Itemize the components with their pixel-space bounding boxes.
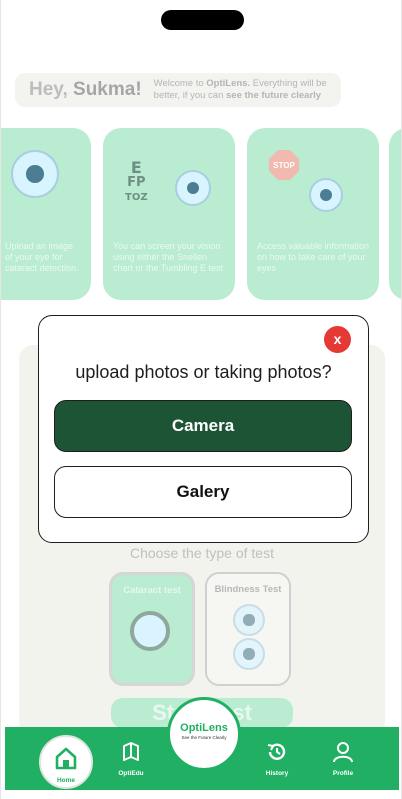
cataract-test-label: Cataract test [123,585,181,596]
welcome-text-1: Welcome to [153,78,204,89]
feature-card-caption: Access valuable information on how to ta… [257,241,370,273]
user-name: Sukma! [73,79,142,100]
welcome-app-name: OptiLens. [206,78,251,89]
blindness-test-label: Blindness Test [214,584,282,595]
gallery-button[interactable]: Galery [54,466,352,518]
feature-card-education[interactable]: STOP Access valuable information on how … [247,128,379,300]
nav-home-label: Home [56,777,76,784]
upload-dialog: x upload photos or taking photos? Camera… [38,315,369,543]
nav-profile[interactable]: Profile [313,741,373,777]
phone-screen: Hey, Sukma! Welcome to OptiLens. Everyth… [0,0,402,799]
feature-card-caption: You can screen your vision using either … [113,241,224,273]
brand-tagline: See the Future Clearly [181,735,227,740]
book-icon [123,742,139,761]
eye-mascot-icon [233,604,265,636]
welcome-emphasis: see the future clearly [226,90,322,101]
nav-profile-label: Profile [332,770,354,777]
welcome-text: Welcome to OptiLens. Everything will be … [154,78,334,102]
nav-optiedu-label: OptiEdu [118,770,144,777]
nav-history[interactable]: History [247,741,307,777]
dialog-title: upload photos or taking photos? [75,362,332,382]
camera-button[interactable]: Camera [54,400,352,452]
feature-card-vision[interactable]: E FP TOZ You can screen your vision usin… [103,128,235,300]
feature-card-cataract[interactable]: Upload an image of your eye for cataract… [1,128,91,300]
eye-chart-row: FP [127,175,146,190]
eye-mascot-icon [175,170,211,206]
eye-chart-row: E [130,158,142,177]
stop-sign-icon: STOP [269,150,299,180]
eye-mascot-icon [11,150,59,198]
nav-optiedu[interactable]: OptiEdu [101,741,161,777]
eye-mascot-icon [309,178,343,212]
brand-logo-text: OptiLens [180,722,228,734]
eye-chart-icon: E FP TOZ [125,160,148,205]
eye-chart-row: TOZ [125,192,148,203]
nav-home[interactable]: Home [39,735,93,789]
blindness-test-card[interactable]: Blindness Test [205,572,291,686]
greeting-title: Hey, Sukma! [29,79,142,101]
choose-test-label: Choose the type of test [130,545,274,561]
nav-history-label: History [265,770,289,777]
cataract-test-card[interactable]: Cataract test [109,572,195,686]
greeting-banner: Hey, Sukma! Welcome to OptiLens. Everyth… [15,73,341,107]
profile-icon [333,742,353,763]
home-icon [55,747,77,770]
optilens-center-button[interactable]: OptiLens See the Future Clearly [167,697,241,771]
close-dialog-button[interactable]: x [324,326,351,353]
eye-mascot-icon [233,638,265,670]
magnifier-mascot-icon [130,611,170,651]
greeting-prefix: Hey, [29,79,68,100]
history-icon [267,743,286,760]
feature-card-next[interactable] [389,128,401,300]
feature-card-caption: Upload an image of your eye for cataract… [5,241,79,273]
stop-sign-text: STOP [273,160,295,170]
